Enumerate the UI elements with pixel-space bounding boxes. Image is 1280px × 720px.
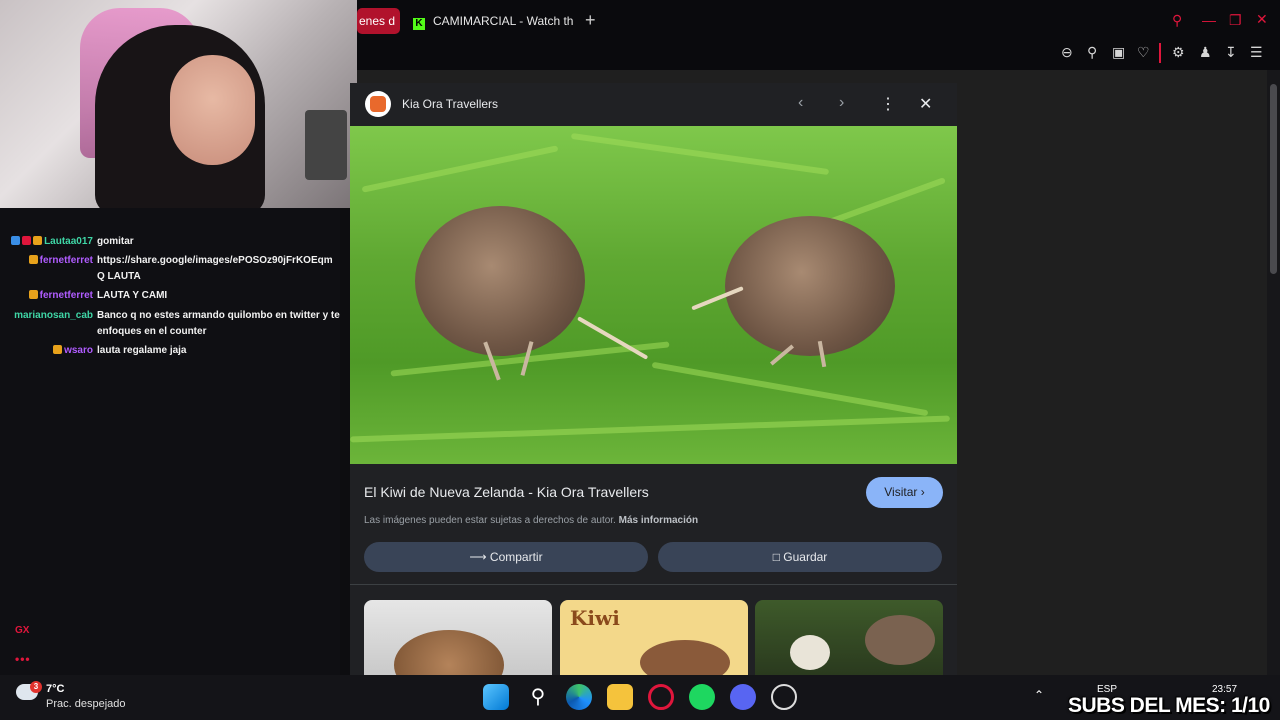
divider: [350, 584, 957, 585]
toolbar-divider: [1159, 43, 1161, 63]
subs-overlay: SUBS DEL MES: 1/10: [1068, 694, 1270, 717]
chat-text: Banco q no estes armando quilombo en twi…: [97, 310, 340, 337]
chat-username: fernetferret: [39, 290, 93, 301]
spotify-icon[interactable]: [689, 684, 715, 710]
more-icon[interactable]: •••: [15, 652, 31, 666]
close-window-icon[interactable]: ✕: [1256, 11, 1268, 28]
more-options-icon[interactable]: ⋮: [880, 94, 896, 114]
copyright-text: Las imágenes pueden estar sujetas a dere…: [364, 515, 616, 526]
visit-label: Visitar: [884, 485, 918, 499]
heart-icon[interactable]: ♡: [1137, 44, 1150, 61]
notification-badge: 3: [30, 681, 42, 693]
related-image-thumbnail[interactable]: [364, 600, 552, 675]
chat-text: lauta regalame jaja: [97, 345, 187, 356]
new-tab-button[interactable]: +: [585, 10, 596, 31]
site-logo[interactable]: [365, 91, 391, 117]
pin-icon[interactable]: ⚲: [1087, 44, 1097, 61]
browser-tab-kick[interactable]: K CAMIMARCIAL - Watch th: [405, 8, 605, 34]
browser-tab[interactable]: enes d: [357, 8, 400, 34]
scrollbar[interactable]: [1267, 70, 1280, 675]
tab-label: enes d: [359, 14, 396, 28]
temperature[interactable]: 7°C: [46, 683, 64, 695]
chat-username: fernetferret: [39, 255, 93, 266]
zoom-out-icon[interactable]: ⊖: [1061, 44, 1073, 61]
extensions-icon[interactable]: ⚙: [1172, 44, 1185, 61]
chat-text: https://share.google/images/ePOSOz90jFrK…: [97, 255, 333, 282]
chat-username: wsaro: [64, 345, 93, 356]
site-name[interactable]: Kia Ora Travellers: [402, 97, 498, 111]
file-explorer-icon[interactable]: [607, 684, 633, 710]
image-title[interactable]: El Kiwi de Nueva Zelanda - Kia Ora Trave…: [364, 484, 649, 500]
menu-icon[interactable]: ☰: [1250, 44, 1263, 61]
download-icon[interactable]: ↧: [1225, 44, 1237, 61]
minimize-icon[interactable]: —: [1202, 12, 1216, 28]
crop-icon[interactable]: ▣: [1112, 44, 1125, 61]
related-image-thumbnail[interactable]: [755, 600, 943, 675]
save-button[interactable]: □ Guardar: [658, 542, 942, 572]
visit-button[interactable]: Visitar ›: [866, 477, 943, 508]
webcam-overlay: [0, 0, 357, 208]
chat-text: LAUTA Y CAMI: [97, 290, 168, 301]
related-image-thumbnail[interactable]: Kiwi: [560, 600, 748, 675]
gx-logo: GX: [15, 625, 30, 636]
kiwi-photo[interactable]: [350, 126, 957, 464]
bookmark-icon: □: [772, 550, 780, 564]
discord-icon[interactable]: [730, 684, 756, 710]
share-icon: ⟶: [469, 550, 487, 564]
chat-username: marianosan_cab: [14, 310, 93, 321]
profile-icon[interactable]: ♟: [1199, 44, 1212, 61]
copyright-notice: Las imágenes pueden estar sujetas a dere…: [364, 515, 698, 526]
windows-start-icon[interactable]: [483, 684, 509, 710]
obs-icon[interactable]: [771, 684, 797, 710]
search-icon[interactable]: ⚲: [525, 684, 551, 710]
search-icon[interactable]: ⚲: [1172, 12, 1182, 29]
share-label: Compartir: [489, 550, 543, 564]
chevron-right-icon: ›: [920, 485, 925, 499]
weather-description[interactable]: Prac. despejado: [46, 698, 126, 710]
chat-text: gomitar: [97, 236, 134, 247]
more-info-link[interactable]: Más información: [619, 515, 698, 526]
chevron-up-icon[interactable]: ⌃: [1034, 688, 1044, 702]
chat-username: Lautaa017: [44, 236, 93, 247]
kick-icon: K: [413, 18, 425, 30]
edge-icon[interactable]: [566, 684, 592, 710]
previous-icon[interactable]: ‹: [798, 94, 803, 112]
restore-icon[interactable]: ❐: [1229, 12, 1242, 29]
save-label: Guardar: [783, 550, 828, 564]
next-icon[interactable]: ›: [839, 94, 844, 112]
tab-label: CAMIMARCIAL - Watch th: [433, 14, 574, 28]
opera-gx-icon[interactable]: [648, 684, 674, 710]
close-icon[interactable]: ✕: [919, 94, 932, 114]
share-button[interactable]: ⟶ Compartir: [364, 542, 648, 572]
